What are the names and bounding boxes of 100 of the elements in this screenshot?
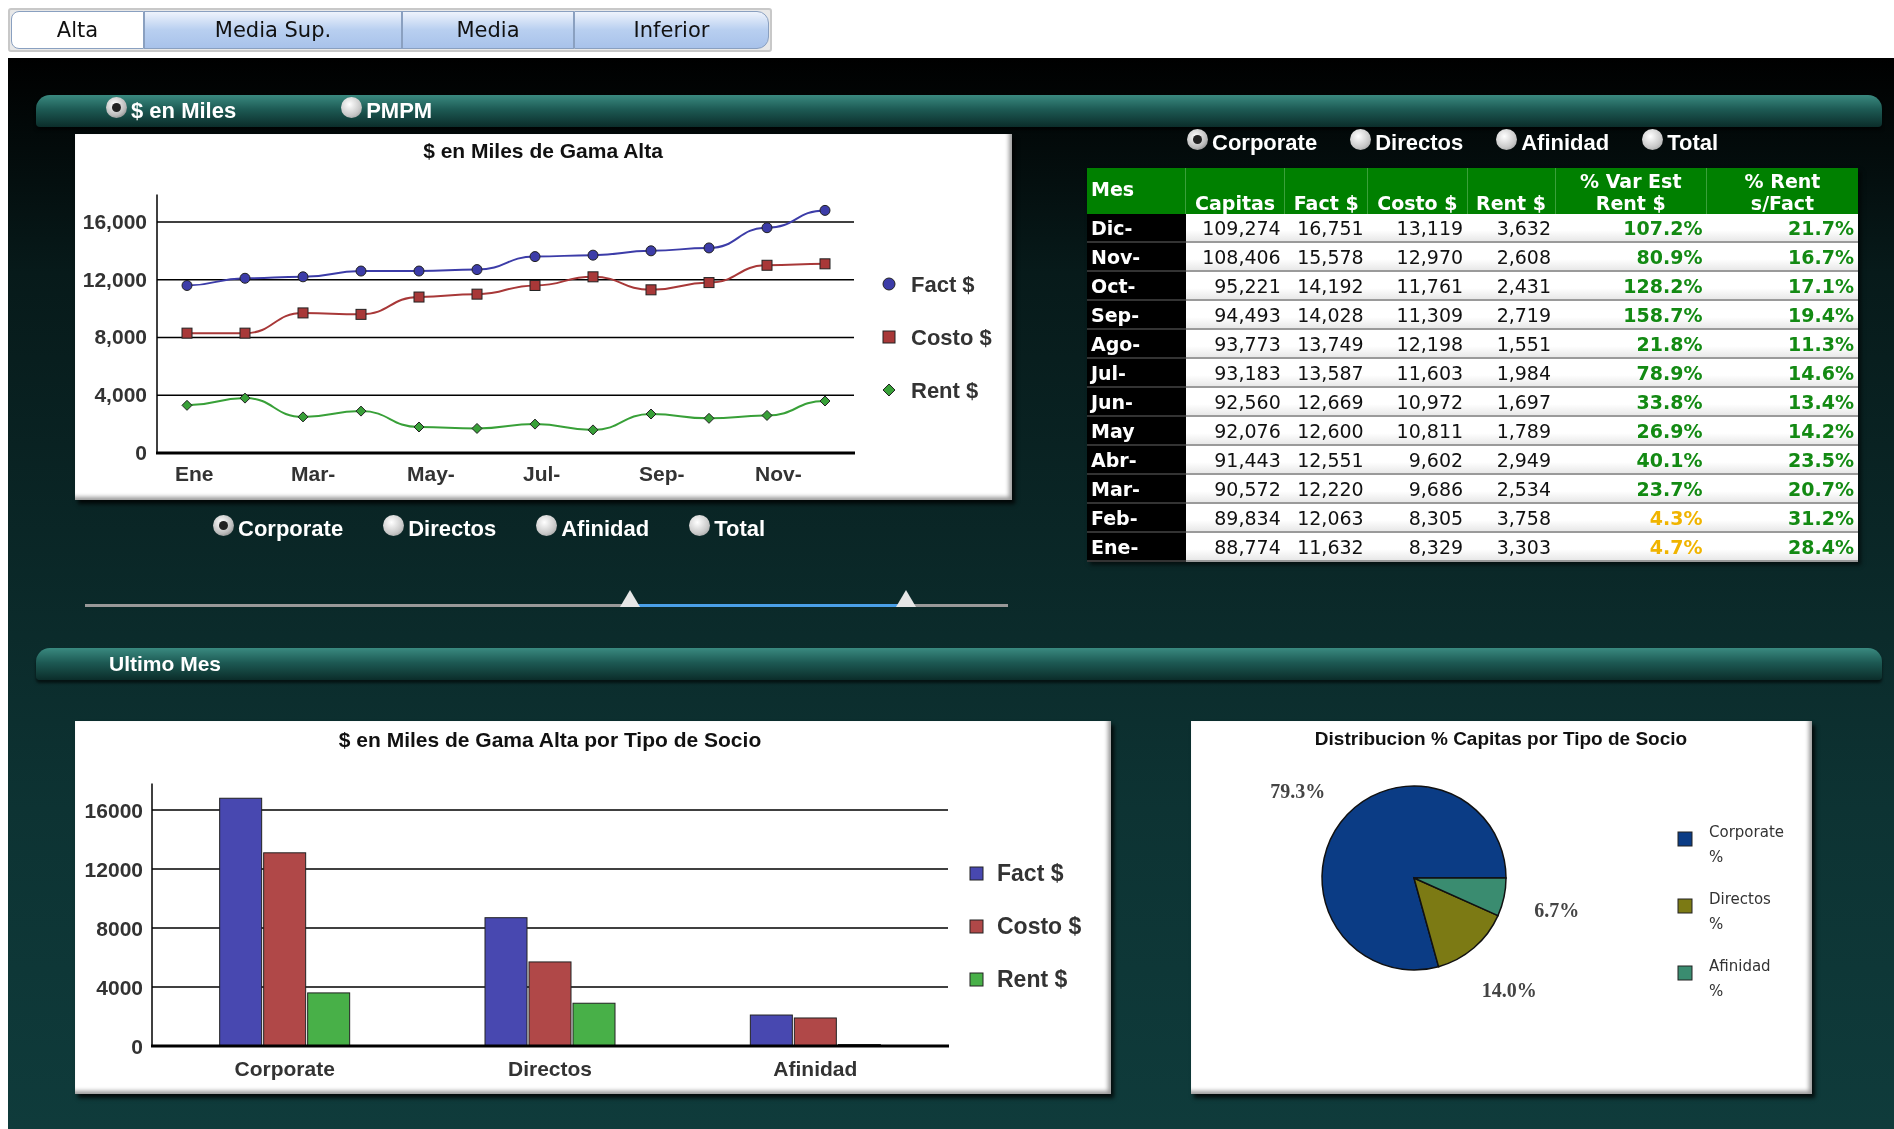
table-cell: 89,834 xyxy=(1185,503,1285,532)
legend-label: Corporate % xyxy=(1709,823,1784,866)
table-cell: 1,551 xyxy=(1467,329,1556,358)
table-cell: 11,632 xyxy=(1284,532,1368,561)
table-cell: May xyxy=(1087,416,1186,445)
column-header: % Rent s/Fact xyxy=(1706,168,1858,214)
table-cell: 40.1% xyxy=(1555,445,1707,474)
table-cell: 23.7% xyxy=(1555,474,1707,503)
table-cell: 93,183 xyxy=(1185,358,1285,387)
axis-label: 16,000 xyxy=(82,209,147,233)
chart-title: Distribucion % Capitas por Tipo de Socio xyxy=(1314,728,1688,749)
data-label: 14.0% xyxy=(1481,978,1537,1001)
table-cell: 33.8% xyxy=(1555,387,1707,416)
table-cell: 107.2% xyxy=(1555,214,1707,242)
column-header: % Var Est Rent $ xyxy=(1555,168,1707,214)
table-cell: Sep- xyxy=(1087,300,1186,329)
table-cell: 17.1% xyxy=(1706,271,1858,300)
column-header: Fact $ xyxy=(1284,168,1368,214)
axis-label: 0 xyxy=(135,441,147,464)
table-cell: 16,751 xyxy=(1284,214,1368,242)
legend-label: Afinidad % xyxy=(1709,957,1771,1000)
table-cell: 78.9% xyxy=(1555,358,1707,387)
table-cell: 95,221 xyxy=(1185,271,1285,300)
column-header: Rent $ xyxy=(1467,168,1556,214)
table-cell: 23.5% xyxy=(1706,445,1858,474)
table-cell: 10,811 xyxy=(1367,416,1468,445)
table-cell: 8,305 xyxy=(1367,503,1468,532)
column-header: Mes xyxy=(1087,168,1186,214)
table-cell: 26.9% xyxy=(1555,416,1707,445)
axis-label: Corporate xyxy=(234,1057,335,1080)
table-cell: 3,303 xyxy=(1467,532,1556,561)
chart-title: $ en Miles de Gama Alta por Tipo de Socio xyxy=(338,728,762,751)
table-cell: Oct- xyxy=(1087,271,1186,300)
table-cell: 90,572 xyxy=(1185,474,1285,503)
table-cell: 16.7% xyxy=(1706,242,1858,271)
table-cell: Ago- xyxy=(1087,329,1186,358)
data-label: 6.7% xyxy=(1534,898,1580,921)
table-cell: Ene- xyxy=(1087,532,1186,561)
table-cell: 12,600 xyxy=(1284,416,1368,445)
table-cell: 14,192 xyxy=(1284,271,1368,300)
table-cell: 2,431 xyxy=(1467,271,1556,300)
table-cell: 9,686 xyxy=(1367,474,1468,503)
axis-label: May- xyxy=(407,462,455,485)
table-cell: 12,198 xyxy=(1367,329,1468,358)
table-cell: 31.2% xyxy=(1706,503,1858,532)
table-cell: 11,761 xyxy=(1367,271,1468,300)
table-cell: 109,274 xyxy=(1185,214,1285,242)
table-cell: 14.2% xyxy=(1706,416,1858,445)
axis-label: Mar- xyxy=(291,462,336,485)
table-cell: 158.7% xyxy=(1555,300,1707,329)
axis-label: 4000 xyxy=(96,976,143,999)
column-header: Costo $ xyxy=(1367,168,1468,214)
section-title: Ultimo Mes xyxy=(109,652,221,676)
table-cell: 1,984 xyxy=(1467,358,1556,387)
table-cell: 13,587 xyxy=(1284,358,1368,387)
axis-label: 12000 xyxy=(84,858,143,882)
table-cell: 20.7% xyxy=(1706,474,1858,503)
table-cell: 19.4% xyxy=(1706,300,1858,329)
table-cell: 2,719 xyxy=(1467,300,1556,329)
table-cell: 94,493 xyxy=(1185,300,1285,329)
table-cell: 8,329 xyxy=(1367,532,1468,561)
table-cell: 4.3% xyxy=(1555,503,1707,532)
table-cell: 2,534 xyxy=(1467,474,1556,503)
table-cell: Dic- xyxy=(1087,214,1186,242)
table-cell: Jun- xyxy=(1087,387,1186,416)
table-cell: 92,560 xyxy=(1185,387,1285,416)
axis-label: 16000 xyxy=(84,799,143,823)
table-cell: 92,076 xyxy=(1185,416,1285,445)
table-cell: 11,603 xyxy=(1367,358,1468,387)
axis-label: Jul- xyxy=(523,462,561,485)
table-cell: 13.4% xyxy=(1706,387,1858,416)
legend-label: Costo $ xyxy=(911,325,992,350)
table-cell: 14,028 xyxy=(1284,300,1368,329)
legend-label: Rent $ xyxy=(997,966,1068,992)
table-cell: Jul- xyxy=(1087,358,1186,387)
table-cell: 28.4% xyxy=(1706,532,1858,561)
column-header: Capitas xyxy=(1185,168,1285,214)
legend-label: Fact $ xyxy=(911,272,975,297)
table-cell: 93,773 xyxy=(1185,329,1285,358)
axis-label: Sep- xyxy=(639,462,685,485)
table-cell: 12,669 xyxy=(1284,387,1368,416)
table-cell: 11.3% xyxy=(1706,329,1858,358)
table-cell: 88,774 xyxy=(1185,532,1285,561)
table-cell: 21.7% xyxy=(1706,214,1858,242)
table-cell: 3,632 xyxy=(1467,214,1556,242)
axis-label: 12,000 xyxy=(82,267,147,291)
table-cell: Abr- xyxy=(1087,445,1186,474)
data-label: 79.3% xyxy=(1270,779,1326,802)
table-cell: Mar- xyxy=(1087,474,1186,503)
legend-label: Fact $ xyxy=(997,860,1064,886)
axis-label: 8000 xyxy=(96,917,143,940)
axis-label: Afinidad xyxy=(773,1057,858,1080)
table-cell: 15,578 xyxy=(1284,242,1368,271)
axis-label: 0 xyxy=(131,1035,143,1058)
legend-label: Directos % xyxy=(1709,890,1771,933)
table-cell: 13,749 xyxy=(1284,329,1368,358)
table-cell: 12,220 xyxy=(1284,474,1368,503)
axis-label: 4,000 xyxy=(94,383,147,407)
table-cell: 2,949 xyxy=(1467,445,1556,474)
table-cell: 12,970 xyxy=(1367,242,1468,271)
